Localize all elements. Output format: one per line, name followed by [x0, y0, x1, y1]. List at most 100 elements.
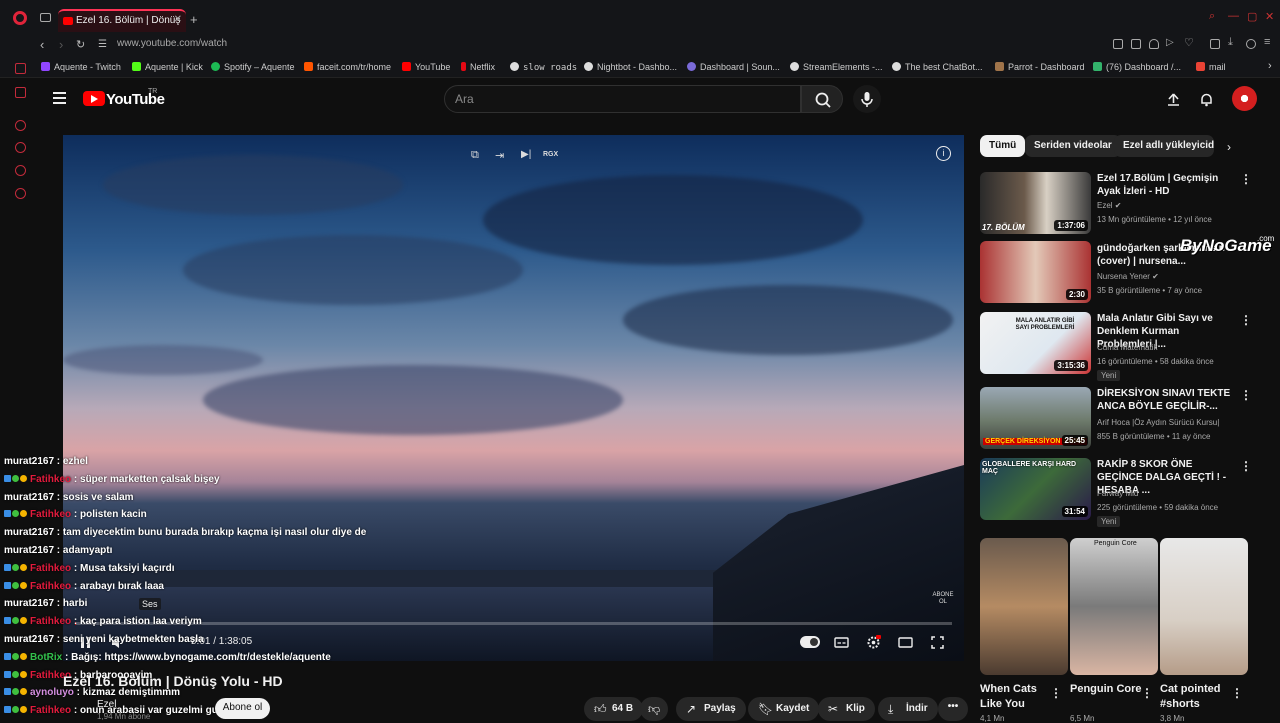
- rec-title[interactable]: DİREKSİYON SINAVI TEKTE ANCA BÖYLE GEÇİL…: [1097, 387, 1232, 413]
- extensions-icon[interactable]: [1210, 39, 1220, 49]
- forward-icon[interactable]: ›: [59, 37, 63, 52]
- search-button[interactable]: [801, 85, 843, 113]
- rec-title[interactable]: Ezel 17.Bölüm | Geçmişin Ayak İzleri - H…: [1097, 172, 1232, 198]
- bookmark-item[interactable]: Aquente | Kick: [132, 62, 203, 72]
- maximize-icon[interactable]: ▢: [1247, 10, 1257, 23]
- bookmark-item[interactable]: mail: [1196, 62, 1226, 72]
- rec-menu-icon[interactable]: ⋮: [1240, 388, 1252, 402]
- sidebar-clock-icon[interactable]: [15, 142, 26, 153]
- more-actions-button[interactable]: •••: [938, 697, 968, 721]
- clip-button[interactable]: ✂ Klip: [818, 697, 875, 721]
- more-bookmarks-icon[interactable]: ›: [1268, 60, 1272, 72]
- search-input[interactable]: Ara: [444, 85, 801, 113]
- short-menu-icon[interactable]: ⋮: [1050, 686, 1062, 700]
- account-avatar[interactable]: [1232, 86, 1257, 111]
- tab-snap-icon[interactable]: [40, 13, 51, 22]
- rec-menu-icon[interactable]: ⋮: [1240, 172, 1252, 186]
- heart-icon[interactable]: ♡: [1184, 36, 1194, 49]
- chip-uploader[interactable]: Ezel adlı yükleyiciden: [1114, 135, 1214, 157]
- minimize-icon[interactable]: —: [1228, 10, 1239, 22]
- dislike-button[interactable]: 👎︎: [640, 697, 668, 721]
- short-menu-icon[interactable]: ⋮: [1231, 686, 1243, 700]
- download-button[interactable]: ⤓ İndir: [878, 697, 938, 721]
- short-thumbnail[interactable]: [980, 538, 1068, 675]
- back-icon[interactable]: ‹: [40, 37, 44, 52]
- chip-all[interactable]: Tümü: [980, 135, 1026, 157]
- bookmark-item[interactable]: faceit.com/tr/home: [304, 62, 391, 72]
- bookmark-item[interactable]: Netflix: [461, 62, 495, 72]
- rec-thumbnail[interactable]: 17. BÖLÜM 1:37:06: [980, 172, 1091, 234]
- rec-channel[interactable]: Farway Mid: [1097, 489, 1138, 498]
- rec-thumbnail[interactable]: MALA ANLATIR GİBİ SAYI PROBLEMLERİ 3:15:…: [980, 312, 1091, 374]
- bookmark-item[interactable]: YouTube: [402, 62, 450, 72]
- sidebar-settings-icon[interactable]: [15, 188, 26, 199]
- bookmark-item[interactable]: (76) Dashboard /...: [1093, 62, 1181, 72]
- youtube-logo-icon[interactable]: [83, 91, 105, 106]
- new-tab-icon[interactable]: +: [190, 12, 198, 27]
- guide-menu-icon[interactable]: [53, 92, 66, 107]
- short-thumbnail[interactable]: [1160, 538, 1248, 675]
- bookmark-item[interactable]: Spotify – Aquente: [211, 62, 295, 72]
- url-field[interactable]: www.youtube.com/watch: [117, 38, 227, 49]
- rec-thumbnail[interactable]: GLOBALLERE KARŞI HARD MAÇ 31:54: [980, 458, 1091, 520]
- upload-icon[interactable]: [1166, 92, 1181, 107]
- fullscreen-icon[interactable]: [930, 635, 945, 650]
- notifications-bell-icon[interactable]: [1199, 92, 1214, 107]
- bookmark-item[interactable]: slow roads: [510, 62, 577, 73]
- share-button[interactable]: ↗ Paylaş: [676, 697, 746, 721]
- tab-youtube[interactable]: Ezel 16. Bölüm | Dönüş ✕: [58, 9, 186, 32]
- rec-channel[interactable]: Ezel ✔: [1097, 201, 1122, 210]
- short-title[interactable]: Cat pointed #shorts: [1160, 682, 1236, 712]
- bookmark-item[interactable]: Nightbot - Dashbo...: [584, 62, 677, 72]
- bookmark-item[interactable]: Dashboard | Soun...: [687, 62, 780, 72]
- subtitles-icon[interactable]: [834, 635, 849, 650]
- bookmark-item[interactable]: The best ChatBot...: [892, 62, 983, 72]
- bookmark-icon[interactable]: [1113, 39, 1123, 49]
- short-title[interactable]: When Cats Like You: [980, 682, 1056, 712]
- bookmark-item[interactable]: Parrot - Dashboard: [995, 62, 1085, 72]
- channel-name[interactable]: Ezel: [97, 699, 116, 710]
- voice-search-button[interactable]: [853, 85, 881, 113]
- save-button[interactable]: 🔖︎ Kaydet: [748, 697, 820, 721]
- rec-menu-icon[interactable]: ⋮: [1240, 313, 1252, 327]
- sidebar-aria-icon[interactable]: [15, 87, 26, 98]
- menu-icon[interactable]: ≡: [1264, 36, 1274, 48]
- theater-mode-icon[interactable]: [898, 635, 913, 650]
- chip-series[interactable]: Seriden videolar: [1025, 135, 1121, 157]
- opera-logo-icon[interactable]: [13, 11, 27, 25]
- short-thumbnail[interactable]: Penguin Core: [1070, 538, 1158, 675]
- video-player[interactable]: [63, 135, 964, 661]
- short-title[interactable]: Penguin Core: [1070, 682, 1146, 697]
- sidebar-history-icon[interactable]: [15, 120, 26, 131]
- like-button[interactable]: 👍︎ 64 B: [584, 697, 644, 721]
- bookmark-item[interactable]: Aquente - Twitch: [41, 62, 121, 72]
- snapshot-icon[interactable]: [1131, 39, 1141, 49]
- close-window-icon[interactable]: ✕: [1265, 10, 1274, 23]
- download-icon[interactable]: ⤓: [1228, 36, 1238, 48]
- bookmark-item[interactable]: StreamElements -...: [790, 62, 883, 72]
- subscribe-button[interactable]: Abone ol: [215, 698, 270, 719]
- copy-overlay-icon[interactable]: ⧉: [471, 149, 479, 162]
- shield-icon[interactable]: [1149, 39, 1159, 49]
- rec-channel[interactable]: Cuma Matematik: [1097, 343, 1157, 352]
- progress-bar[interactable]: [75, 622, 952, 625]
- subscribe-watermark[interactable]: ABONE OL: [931, 592, 955, 606]
- reload-icon[interactable]: ↻: [76, 38, 85, 51]
- site-info-icon[interactable]: ☰: [98, 39, 107, 50]
- play-icon[interactable]: ▷: [1166, 37, 1176, 48]
- sidebar-refresh-icon[interactable]: [15, 63, 26, 74]
- login-overlay-icon[interactable]: ⇥: [495, 149, 504, 162]
- sidebar-crypto-icon[interactable]: [15, 165, 26, 176]
- profile-icon[interactable]: [1246, 39, 1256, 49]
- close-tab-icon[interactable]: ✕: [174, 14, 182, 25]
- info-icon[interactable]: i: [936, 146, 951, 161]
- rec-channel[interactable]: Arif Hoca |Öz Aydın Sürücü Kursu|: [1097, 418, 1219, 427]
- autoplay-toggle[interactable]: [800, 636, 820, 648]
- rec-thumbnail[interactable]: GERÇEK DİREKSİYON SINAVI 25:45: [980, 387, 1091, 449]
- rec-channel[interactable]: Nursena Yener ✔: [1097, 272, 1159, 281]
- short-menu-icon[interactable]: ⋮: [1141, 686, 1153, 700]
- rec-menu-icon[interactable]: ⋮: [1240, 459, 1252, 473]
- rec-thumbnail[interactable]: 2:30: [980, 241, 1091, 303]
- next-overlay-icon[interactable]: ▶|: [521, 149, 531, 160]
- settings-gear-icon[interactable]: [866, 635, 881, 650]
